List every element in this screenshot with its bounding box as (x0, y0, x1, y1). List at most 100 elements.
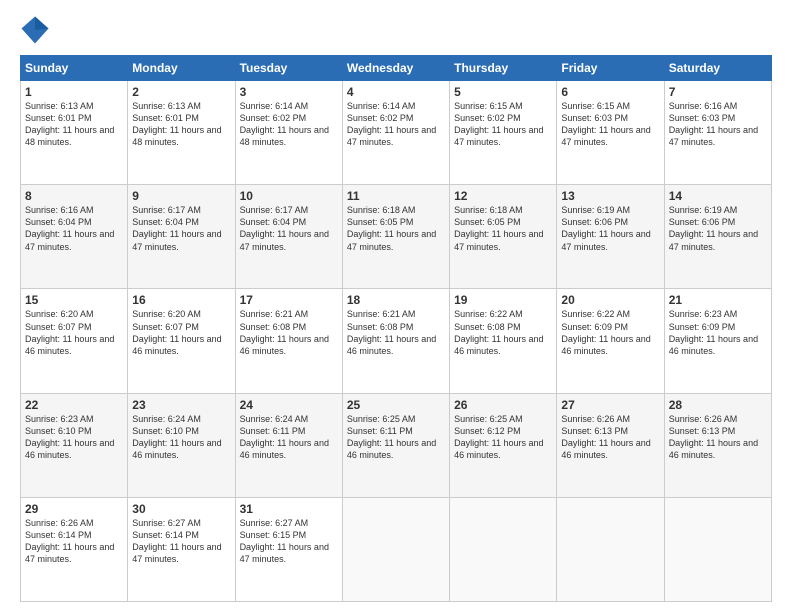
day-number: 8 (25, 189, 123, 203)
cell-info: Sunrise: 6:19 AMSunset: 6:06 PMDaylight:… (561, 204, 659, 253)
calendar-day-header: Thursday (450, 56, 557, 81)
day-number: 14 (669, 189, 767, 203)
day-number: 25 (347, 398, 445, 412)
logo (20, 15, 54, 45)
calendar-cell (664, 497, 771, 601)
day-number: 28 (669, 398, 767, 412)
day-number: 20 (561, 293, 659, 307)
cell-info: Sunrise: 6:27 AMSunset: 6:15 PMDaylight:… (240, 517, 338, 566)
calendar-day-header: Friday (557, 56, 664, 81)
calendar-week-row: 22Sunrise: 6:23 AMSunset: 6:10 PMDayligh… (21, 393, 772, 497)
day-number: 29 (25, 502, 123, 516)
calendar-cell: 6Sunrise: 6:15 AMSunset: 6:03 PMDaylight… (557, 81, 664, 185)
calendar-cell: 14Sunrise: 6:19 AMSunset: 6:06 PMDayligh… (664, 185, 771, 289)
day-number: 3 (240, 85, 338, 99)
calendar-cell: 23Sunrise: 6:24 AMSunset: 6:10 PMDayligh… (128, 393, 235, 497)
calendar-cell: 24Sunrise: 6:24 AMSunset: 6:11 PMDayligh… (235, 393, 342, 497)
cell-info: Sunrise: 6:18 AMSunset: 6:05 PMDaylight:… (454, 204, 552, 253)
calendar-cell: 28Sunrise: 6:26 AMSunset: 6:13 PMDayligh… (664, 393, 771, 497)
calendar-cell: 8Sunrise: 6:16 AMSunset: 6:04 PMDaylight… (21, 185, 128, 289)
calendar-week-row: 15Sunrise: 6:20 AMSunset: 6:07 PMDayligh… (21, 289, 772, 393)
calendar-day-header: Wednesday (342, 56, 449, 81)
cell-info: Sunrise: 6:20 AMSunset: 6:07 PMDaylight:… (25, 308, 123, 357)
calendar-week-row: 1Sunrise: 6:13 AMSunset: 6:01 PMDaylight… (21, 81, 772, 185)
calendar-cell: 3Sunrise: 6:14 AMSunset: 6:02 PMDaylight… (235, 81, 342, 185)
day-number: 27 (561, 398, 659, 412)
calendar-cell: 30Sunrise: 6:27 AMSunset: 6:14 PMDayligh… (128, 497, 235, 601)
day-number: 17 (240, 293, 338, 307)
logo-icon (20, 15, 50, 45)
day-number: 15 (25, 293, 123, 307)
cell-info: Sunrise: 6:25 AMSunset: 6:11 PMDaylight:… (347, 413, 445, 462)
calendar-cell: 19Sunrise: 6:22 AMSunset: 6:08 PMDayligh… (450, 289, 557, 393)
calendar-day-header: Tuesday (235, 56, 342, 81)
calendar-cell: 11Sunrise: 6:18 AMSunset: 6:05 PMDayligh… (342, 185, 449, 289)
cell-info: Sunrise: 6:23 AMSunset: 6:09 PMDaylight:… (669, 308, 767, 357)
header (20, 15, 772, 45)
day-number: 5 (454, 85, 552, 99)
cell-info: Sunrise: 6:23 AMSunset: 6:10 PMDaylight:… (25, 413, 123, 462)
calendar-cell: 16Sunrise: 6:20 AMSunset: 6:07 PMDayligh… (128, 289, 235, 393)
cell-info: Sunrise: 6:26 AMSunset: 6:14 PMDaylight:… (25, 517, 123, 566)
day-number: 21 (669, 293, 767, 307)
calendar-cell: 25Sunrise: 6:25 AMSunset: 6:11 PMDayligh… (342, 393, 449, 497)
day-number: 22 (25, 398, 123, 412)
calendar-cell: 7Sunrise: 6:16 AMSunset: 6:03 PMDaylight… (664, 81, 771, 185)
cell-info: Sunrise: 6:19 AMSunset: 6:06 PMDaylight:… (669, 204, 767, 253)
calendar-cell (450, 497, 557, 601)
cell-info: Sunrise: 6:15 AMSunset: 6:02 PMDaylight:… (454, 100, 552, 149)
day-number: 26 (454, 398, 552, 412)
day-number: 4 (347, 85, 445, 99)
day-number: 23 (132, 398, 230, 412)
cell-info: Sunrise: 6:16 AMSunset: 6:03 PMDaylight:… (669, 100, 767, 149)
calendar-cell: 12Sunrise: 6:18 AMSunset: 6:05 PMDayligh… (450, 185, 557, 289)
cell-info: Sunrise: 6:22 AMSunset: 6:08 PMDaylight:… (454, 308, 552, 357)
calendar-cell: 5Sunrise: 6:15 AMSunset: 6:02 PMDaylight… (450, 81, 557, 185)
page: SundayMondayTuesdayWednesdayThursdayFrid… (0, 0, 792, 612)
cell-info: Sunrise: 6:21 AMSunset: 6:08 PMDaylight:… (240, 308, 338, 357)
cell-info: Sunrise: 6:27 AMSunset: 6:14 PMDaylight:… (132, 517, 230, 566)
calendar-cell: 21Sunrise: 6:23 AMSunset: 6:09 PMDayligh… (664, 289, 771, 393)
day-number: 1 (25, 85, 123, 99)
cell-info: Sunrise: 6:14 AMSunset: 6:02 PMDaylight:… (240, 100, 338, 149)
cell-info: Sunrise: 6:13 AMSunset: 6:01 PMDaylight:… (25, 100, 123, 149)
calendar-cell: 10Sunrise: 6:17 AMSunset: 6:04 PMDayligh… (235, 185, 342, 289)
day-number: 7 (669, 85, 767, 99)
calendar-header-row: SundayMondayTuesdayWednesdayThursdayFrid… (21, 56, 772, 81)
cell-info: Sunrise: 6:18 AMSunset: 6:05 PMDaylight:… (347, 204, 445, 253)
calendar-cell: 2Sunrise: 6:13 AMSunset: 6:01 PMDaylight… (128, 81, 235, 185)
day-number: 18 (347, 293, 445, 307)
day-number: 12 (454, 189, 552, 203)
calendar-table: SundayMondayTuesdayWednesdayThursdayFrid… (20, 55, 772, 602)
calendar-cell: 29Sunrise: 6:26 AMSunset: 6:14 PMDayligh… (21, 497, 128, 601)
cell-info: Sunrise: 6:15 AMSunset: 6:03 PMDaylight:… (561, 100, 659, 149)
cell-info: Sunrise: 6:25 AMSunset: 6:12 PMDaylight:… (454, 413, 552, 462)
calendar-cell (342, 497, 449, 601)
cell-info: Sunrise: 6:24 AMSunset: 6:11 PMDaylight:… (240, 413, 338, 462)
calendar-cell: 17Sunrise: 6:21 AMSunset: 6:08 PMDayligh… (235, 289, 342, 393)
calendar-cell: 4Sunrise: 6:14 AMSunset: 6:02 PMDaylight… (342, 81, 449, 185)
day-number: 2 (132, 85, 230, 99)
calendar-cell: 18Sunrise: 6:21 AMSunset: 6:08 PMDayligh… (342, 289, 449, 393)
day-number: 30 (132, 502, 230, 516)
calendar-cell: 22Sunrise: 6:23 AMSunset: 6:10 PMDayligh… (21, 393, 128, 497)
calendar-cell: 26Sunrise: 6:25 AMSunset: 6:12 PMDayligh… (450, 393, 557, 497)
calendar-cell: 9Sunrise: 6:17 AMSunset: 6:04 PMDaylight… (128, 185, 235, 289)
day-number: 10 (240, 189, 338, 203)
cell-info: Sunrise: 6:20 AMSunset: 6:07 PMDaylight:… (132, 308, 230, 357)
cell-info: Sunrise: 6:17 AMSunset: 6:04 PMDaylight:… (240, 204, 338, 253)
day-number: 6 (561, 85, 659, 99)
calendar-cell: 1Sunrise: 6:13 AMSunset: 6:01 PMDaylight… (21, 81, 128, 185)
cell-info: Sunrise: 6:22 AMSunset: 6:09 PMDaylight:… (561, 308, 659, 357)
cell-info: Sunrise: 6:13 AMSunset: 6:01 PMDaylight:… (132, 100, 230, 149)
day-number: 11 (347, 189, 445, 203)
cell-info: Sunrise: 6:17 AMSunset: 6:04 PMDaylight:… (132, 204, 230, 253)
day-number: 13 (561, 189, 659, 203)
calendar-cell: 27Sunrise: 6:26 AMSunset: 6:13 PMDayligh… (557, 393, 664, 497)
calendar-day-header: Monday (128, 56, 235, 81)
calendar-day-header: Saturday (664, 56, 771, 81)
calendar-day-header: Sunday (21, 56, 128, 81)
day-number: 9 (132, 189, 230, 203)
cell-info: Sunrise: 6:26 AMSunset: 6:13 PMDaylight:… (561, 413, 659, 462)
day-number: 31 (240, 502, 338, 516)
